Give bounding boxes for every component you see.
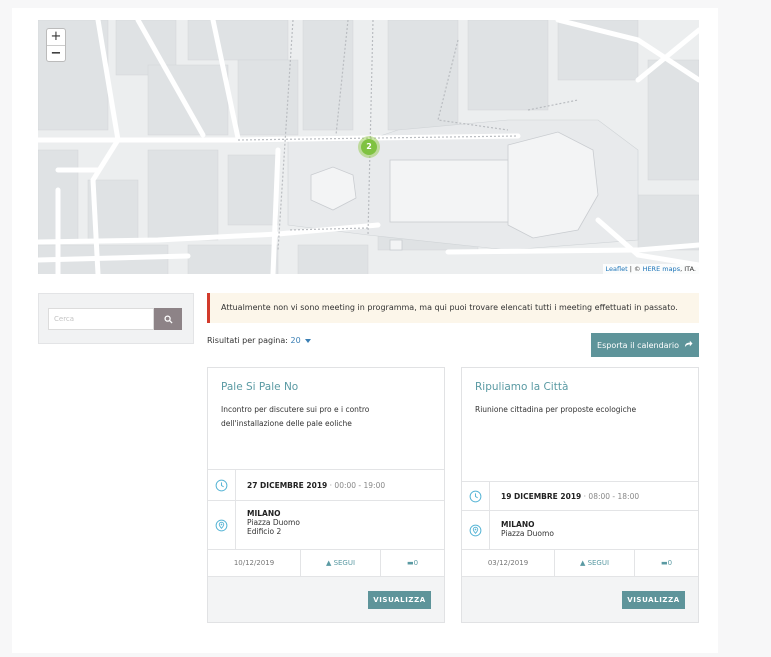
info-alert: Attualmente non vi sono meeting in progr…: [207, 293, 699, 323]
map-attribution: Leaflet | © HERE maps, ITA.: [602, 264, 699, 274]
results-per-page-select[interactable]: 20: [291, 336, 311, 345]
location-pin-icon: [208, 501, 236, 549]
meeting-location-row: MILANO Piazza Duomo: [462, 510, 698, 549]
meeting-city: MILANO: [501, 520, 535, 529]
meeting-location-row: MILANO Piazza Duomo Edificio 2: [208, 500, 444, 549]
comments-button[interactable]: ▬0: [634, 550, 698, 576]
meeting-description: Incontro per discutere sui pro e i contr…: [221, 405, 370, 428]
leaflet-link[interactable]: Leaflet: [606, 265, 628, 273]
meeting-created-date: 10/12/2019: [233, 559, 275, 567]
meeting-meta-row: 10/12/2019 ▲ SEGUI ▬0: [208, 549, 444, 576]
meeting-title[interactable]: Ripuliamo la Città: [475, 381, 568, 393]
page: + − 2 Leaflet | © HERE maps, ITA. Attual…: [0, 0, 771, 657]
follow-button[interactable]: ▲ SEGUI: [554, 550, 634, 576]
clock-icon: [208, 470, 236, 500]
search-icon: [163, 312, 173, 327]
view-button[interactable]: VISUALIZZA: [368, 591, 431, 609]
meeting-card: Pale Si Pale No Incontro per discutere s…: [207, 367, 445, 623]
export-calendar-button[interactable]: Esporta il calendario: [591, 333, 699, 357]
search-input[interactable]: [48, 308, 154, 330]
meeting-date: 19 DICEMBRE 2019: [501, 492, 582, 501]
card-footer: VISUALIZZA: [462, 576, 698, 622]
cluster-count: 2: [361, 139, 377, 155]
zoom-out-button[interactable]: −: [47, 45, 65, 61]
meeting-address: Piazza Duomo: [501, 529, 554, 538]
card-footer: VISUALIZZA: [208, 576, 444, 622]
meeting-time: · 08:00 - 18:00: [581, 492, 640, 501]
meeting-time: · 00:00 - 19:00: [327, 481, 386, 490]
location-pin-icon: [462, 511, 490, 549]
results-value: 20: [290, 336, 301, 345]
clock-icon: [462, 482, 490, 510]
attribution-separator: | ©: [627, 265, 643, 273]
map-zoom-control: + −: [46, 28, 66, 62]
follow-label: SEGUI: [587, 559, 610, 567]
attribution-tail: , ITA.: [680, 265, 696, 273]
meeting-created-date: 03/12/2019: [487, 559, 529, 567]
caret-down-icon: [304, 338, 311, 343]
results-per-page: Risultati per pagina: 20: [207, 336, 311, 345]
zoom-in-button[interactable]: +: [47, 29, 65, 45]
meeting-meta-row: 03/12/2019 ▲ SEGUI ▬0: [462, 549, 698, 576]
meeting-title[interactable]: Pale Si Pale No: [221, 381, 298, 393]
meeting-date: 27 DICEMBRE 2019: [247, 481, 328, 490]
search-panel: [38, 293, 194, 344]
map-marker-cluster[interactable]: 2: [358, 136, 380, 158]
meeting-description: Riunione cittadina per proposte ecologic…: [475, 405, 637, 414]
meeting-date-row: 19 DICEMBRE 2019 · 08:00 - 18:00: [462, 481, 698, 510]
meeting-city: MILANO: [247, 509, 281, 518]
meeting-card: Ripuliamo la Città Riunione cittadina pe…: [461, 367, 699, 623]
map[interactable]: + − 2 Leaflet | © HERE maps, ITA.: [38, 20, 699, 274]
comments-button[interactable]: ▬0: [380, 550, 444, 576]
view-button[interactable]: VISUALIZZA: [622, 591, 685, 609]
comments-count: 0: [667, 559, 673, 567]
meeting-address-detail: Edificio 2: [247, 527, 282, 536]
comments-count: 0: [413, 559, 419, 567]
comment-icon: ▬: [660, 559, 668, 567]
follow-up-icon: ▲: [325, 559, 334, 567]
meeting-address: Piazza Duomo: [247, 518, 300, 527]
here-maps-link[interactable]: HERE maps: [643, 265, 681, 273]
results-label: Risultati per pagina:: [207, 336, 288, 345]
meeting-date-row: 27 DICEMBRE 2019 · 00:00 - 19:00: [208, 469, 444, 500]
follow-button[interactable]: ▲ SEGUI: [300, 550, 380, 576]
search-button[interactable]: [154, 308, 182, 330]
share-arrow-icon: [684, 340, 693, 350]
comment-icon: ▬: [406, 559, 414, 567]
export-label: Esporta il calendario: [597, 340, 679, 350]
follow-up-icon: ▲: [579, 559, 588, 567]
follow-label: SEGUI: [333, 559, 356, 567]
